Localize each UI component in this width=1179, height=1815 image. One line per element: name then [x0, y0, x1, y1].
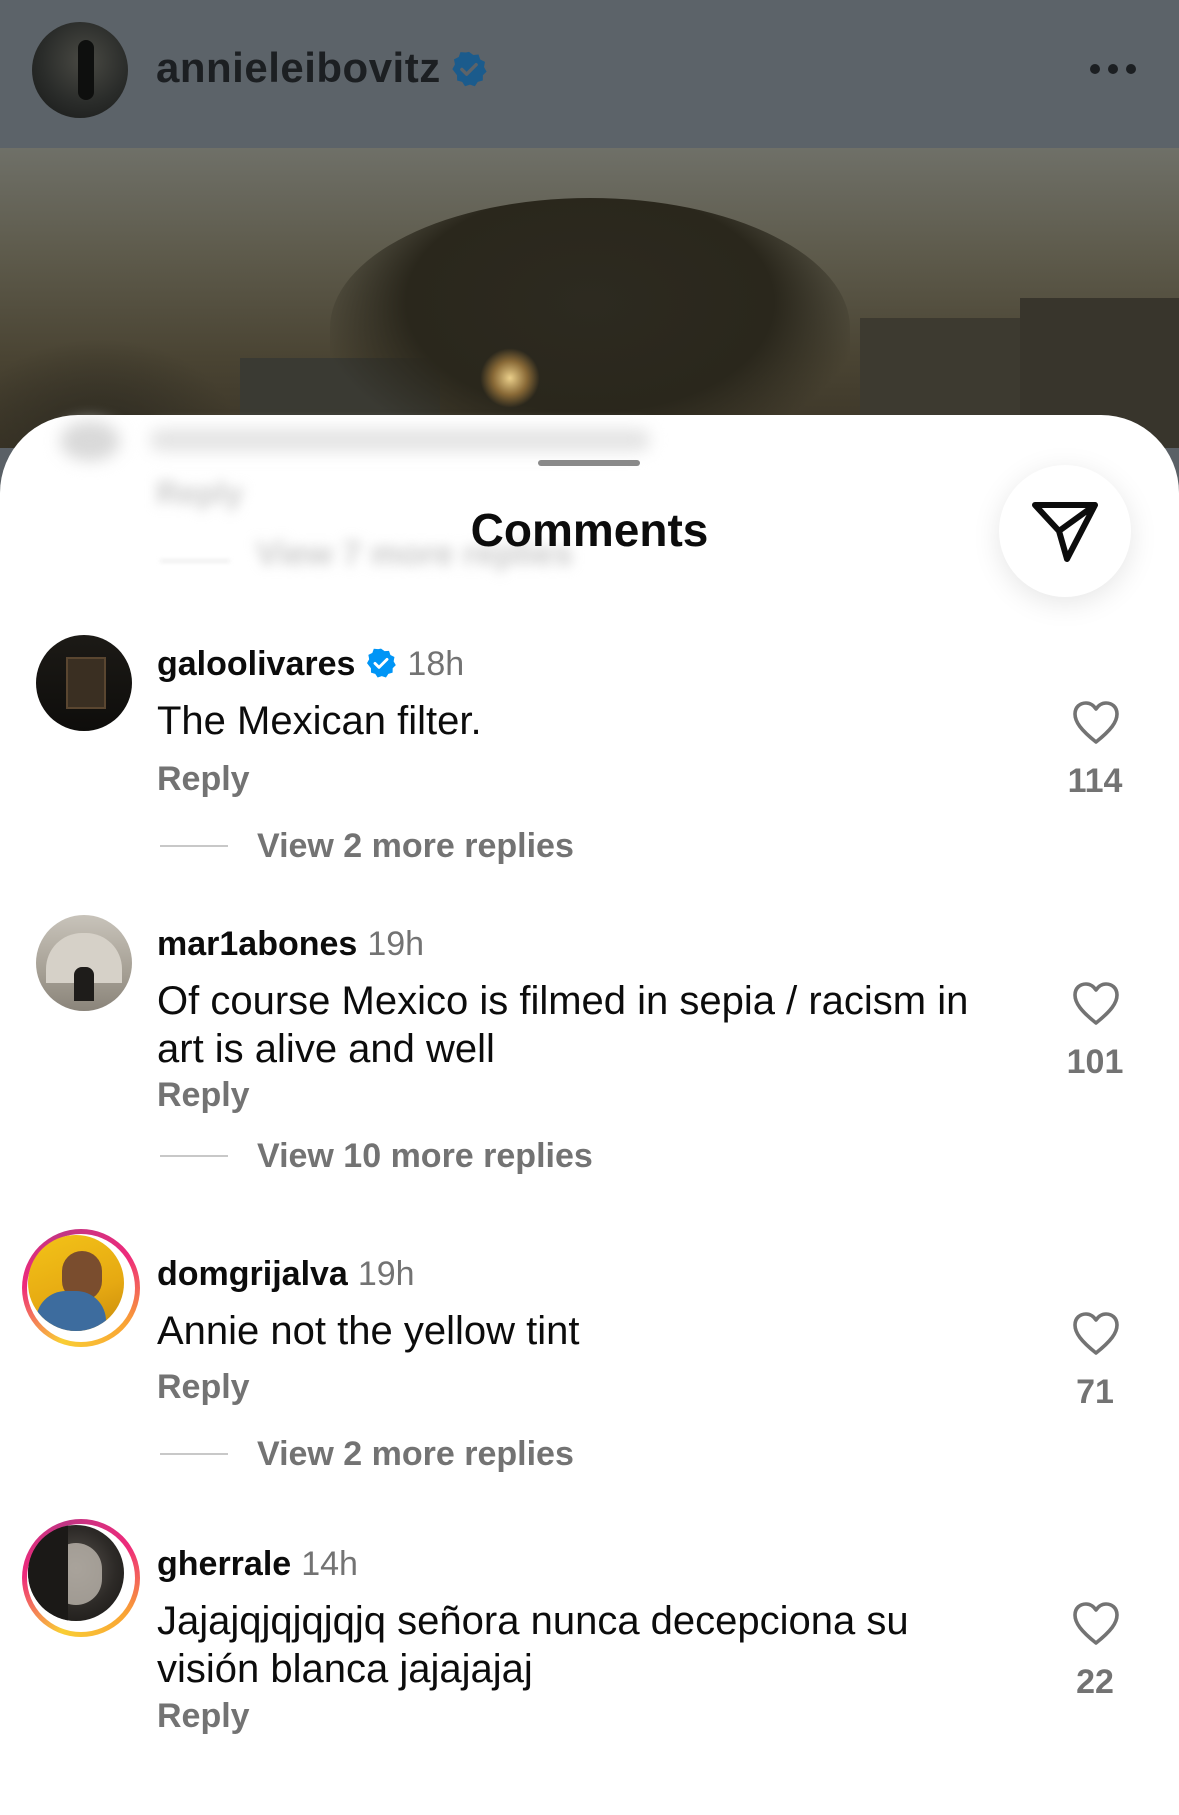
- reply-button[interactable]: Reply: [157, 1076, 250, 1115]
- comment-time: 14h: [301, 1545, 358, 1583]
- like-count: 101: [1066, 1043, 1124, 1081]
- comment-username[interactable]: mar1abones 19h: [157, 925, 424, 964]
- heart-icon[interactable]: [1071, 981, 1121, 1027]
- comment-time: 19h: [367, 925, 425, 963]
- send-icon: [1032, 502, 1098, 562]
- post-author-username[interactable]: annieleibovitz: [156, 44, 441, 92]
- reply-button[interactable]: Reply: [157, 1697, 250, 1736]
- commenter-avatar[interactable]: [36, 635, 132, 731]
- comment-text: The Mexican filter.: [157, 699, 482, 743]
- blurred-comment-text: [150, 429, 650, 451]
- drag-handle[interactable]: [538, 460, 640, 466]
- like-count: 114: [1067, 762, 1123, 800]
- reply-button[interactable]: Reply: [157, 760, 250, 799]
- like-count: 71: [1076, 1373, 1114, 1411]
- verified-badge-icon: [452, 51, 487, 87]
- post-header: annieleibovitz: [0, 0, 1179, 148]
- comment-username[interactable]: galoolivares 18h: [157, 645, 464, 684]
- comment-time: 18h: [407, 645, 465, 683]
- comments-sheet: Reply View 7 more replies Comments galoo…: [0, 415, 1179, 1815]
- view-replies-button[interactable]: View 2 more replies: [257, 827, 574, 866]
- view-replies-button[interactable]: View 10 more replies: [257, 1137, 593, 1176]
- post-photo: [0, 148, 1179, 448]
- verified-badge-icon: [367, 648, 397, 678]
- more-horizontal-icon[interactable]: [1086, 52, 1140, 82]
- comment-text: Of course Mexico is filmed in sepia / ra…: [157, 979, 969, 1071]
- heart-icon[interactable]: [1071, 1311, 1121, 1357]
- heart-icon[interactable]: [1071, 700, 1121, 746]
- comment-text: Annie not the yellow tint: [157, 1309, 580, 1353]
- comment-username[interactable]: domgrijalva 19h: [157, 1255, 415, 1294]
- share-button[interactable]: [999, 465, 1131, 597]
- commenter-avatar[interactable]: [36, 915, 132, 1011]
- comment-time: 19h: [357, 1255, 415, 1293]
- post-author-avatar[interactable]: [32, 22, 128, 118]
- commenter-avatar-story-ring[interactable]: [22, 1519, 140, 1637]
- comment-username[interactable]: gherrale 14h: [157, 1545, 358, 1584]
- commenter-avatar-story-ring[interactable]: [22, 1229, 140, 1347]
- comment-text: Jajajqjqjqjqjq señora nunca decepciona s…: [157, 1599, 909, 1691]
- reply-button[interactable]: Reply: [157, 1368, 250, 1407]
- blurred-avatar: [60, 421, 120, 461]
- view-replies-button[interactable]: View 2 more replies: [257, 1435, 574, 1474]
- heart-icon[interactable]: [1071, 1601, 1121, 1647]
- like-count: 22: [1076, 1663, 1114, 1701]
